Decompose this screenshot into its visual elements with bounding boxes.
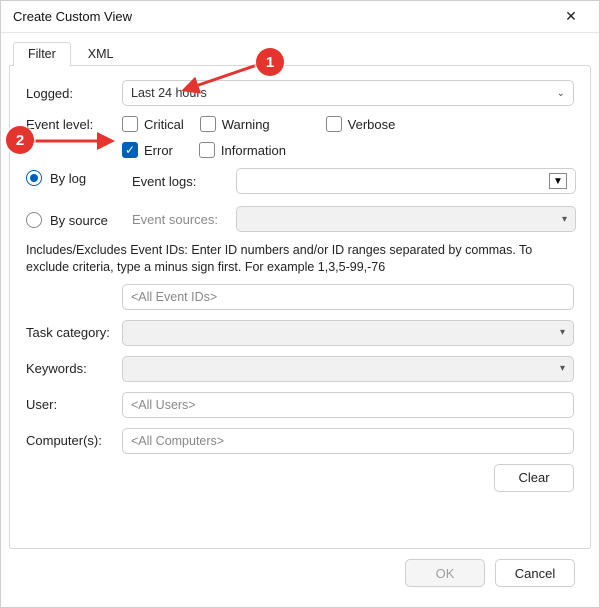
- event-ids-row: <All Event IDs>: [26, 284, 574, 310]
- logged-combo[interactable]: Last 24 hours ⌄: [122, 80, 574, 106]
- by-log-label: By log: [50, 171, 86, 186]
- event-level-label: Event level:: [26, 117, 122, 132]
- warning-label: Warning: [222, 117, 270, 132]
- warning-checkbox[interactable]: [200, 116, 216, 132]
- ok-button[interactable]: OK: [405, 559, 485, 587]
- computers-input[interactable]: <All Computers>: [122, 428, 574, 454]
- critical-label: Critical: [144, 117, 184, 132]
- event-sources-combo: ▾: [236, 206, 576, 232]
- annotation-2-badge: 2: [6, 126, 34, 154]
- by-log-radio[interactable]: [26, 170, 42, 186]
- chevron-down-icon: ⌄: [557, 88, 565, 99]
- filter-panel: 1 2 Logged:: [9, 65, 591, 549]
- keywords-row: Keywords: ▾: [26, 356, 574, 382]
- information-checkbox[interactable]: [199, 142, 215, 158]
- user-input[interactable]: <All Users>: [122, 392, 574, 418]
- event-logs-label: Event logs:: [132, 174, 228, 189]
- verbose-label: Verbose: [348, 117, 396, 132]
- mode-split: By log By source Event logs: ▼: [26, 168, 574, 232]
- cancel-button[interactable]: Cancel: [495, 559, 575, 587]
- close-icon: ✕: [565, 8, 577, 25]
- id-description: Includes/Excludes Event IDs: Enter ID nu…: [26, 242, 574, 276]
- user-row: User: <All Users>: [26, 392, 574, 418]
- titlebar: Create Custom View ✕: [1, 1, 599, 33]
- task-category-combo: ▾: [122, 320, 574, 346]
- event-sources-label: Event sources:: [132, 212, 228, 227]
- error-checkbox[interactable]: [122, 142, 138, 158]
- chevron-down-icon: ▾: [560, 363, 565, 374]
- close-button[interactable]: ✕: [551, 3, 591, 31]
- information-label: Information: [221, 143, 286, 158]
- by-source-radio[interactable]: [26, 212, 42, 228]
- computers-label: Computer(s):: [26, 433, 122, 448]
- chevron-down-icon: ▾: [560, 327, 565, 338]
- keywords-label: Keywords:: [26, 361, 122, 376]
- event-level-row-2: Error Information: [26, 142, 574, 158]
- critical-checkbox[interactable]: [122, 116, 138, 132]
- event-logs-combo[interactable]: ▼: [236, 168, 576, 194]
- verbose-checkbox[interactable]: [326, 116, 342, 132]
- tabs: Filter XML: [9, 39, 591, 65]
- dialog-footer: OK Cancel: [9, 549, 591, 599]
- logged-label: Logged:: [26, 86, 122, 101]
- tab-xml[interactable]: XML: [73, 42, 129, 66]
- computers-row: Computer(s): <All Computers>: [26, 428, 574, 454]
- client-area: Filter XML 1 2: [1, 33, 599, 607]
- chevron-down-icon: ▾: [562, 214, 567, 225]
- user-label: User:: [26, 397, 122, 412]
- clear-button[interactable]: Clear: [494, 464, 574, 492]
- tab-filter[interactable]: Filter: [13, 42, 71, 66]
- window-title: Create Custom View: [13, 9, 551, 24]
- logged-row: Logged: Last 24 hours ⌄: [26, 80, 574, 106]
- event-ids-input[interactable]: <All Event IDs>: [122, 284, 574, 310]
- keywords-combo[interactable]: ▾: [122, 356, 574, 382]
- task-category-row: Task category: ▾: [26, 320, 574, 346]
- chevron-down-icon: ▼: [549, 173, 567, 189]
- error-label: Error: [144, 143, 173, 158]
- create-custom-view-window: Create Custom View ✕ Filter XML 1 2: [0, 0, 600, 608]
- annotation-1-badge: 1: [256, 48, 284, 76]
- logged-value: Last 24 hours: [131, 86, 207, 100]
- task-category-label: Task category:: [26, 325, 122, 340]
- event-level-row-1: Event level: Critical Warning Verbose: [26, 116, 574, 132]
- clear-row: Clear: [26, 464, 574, 492]
- by-source-label: By source: [50, 213, 108, 228]
